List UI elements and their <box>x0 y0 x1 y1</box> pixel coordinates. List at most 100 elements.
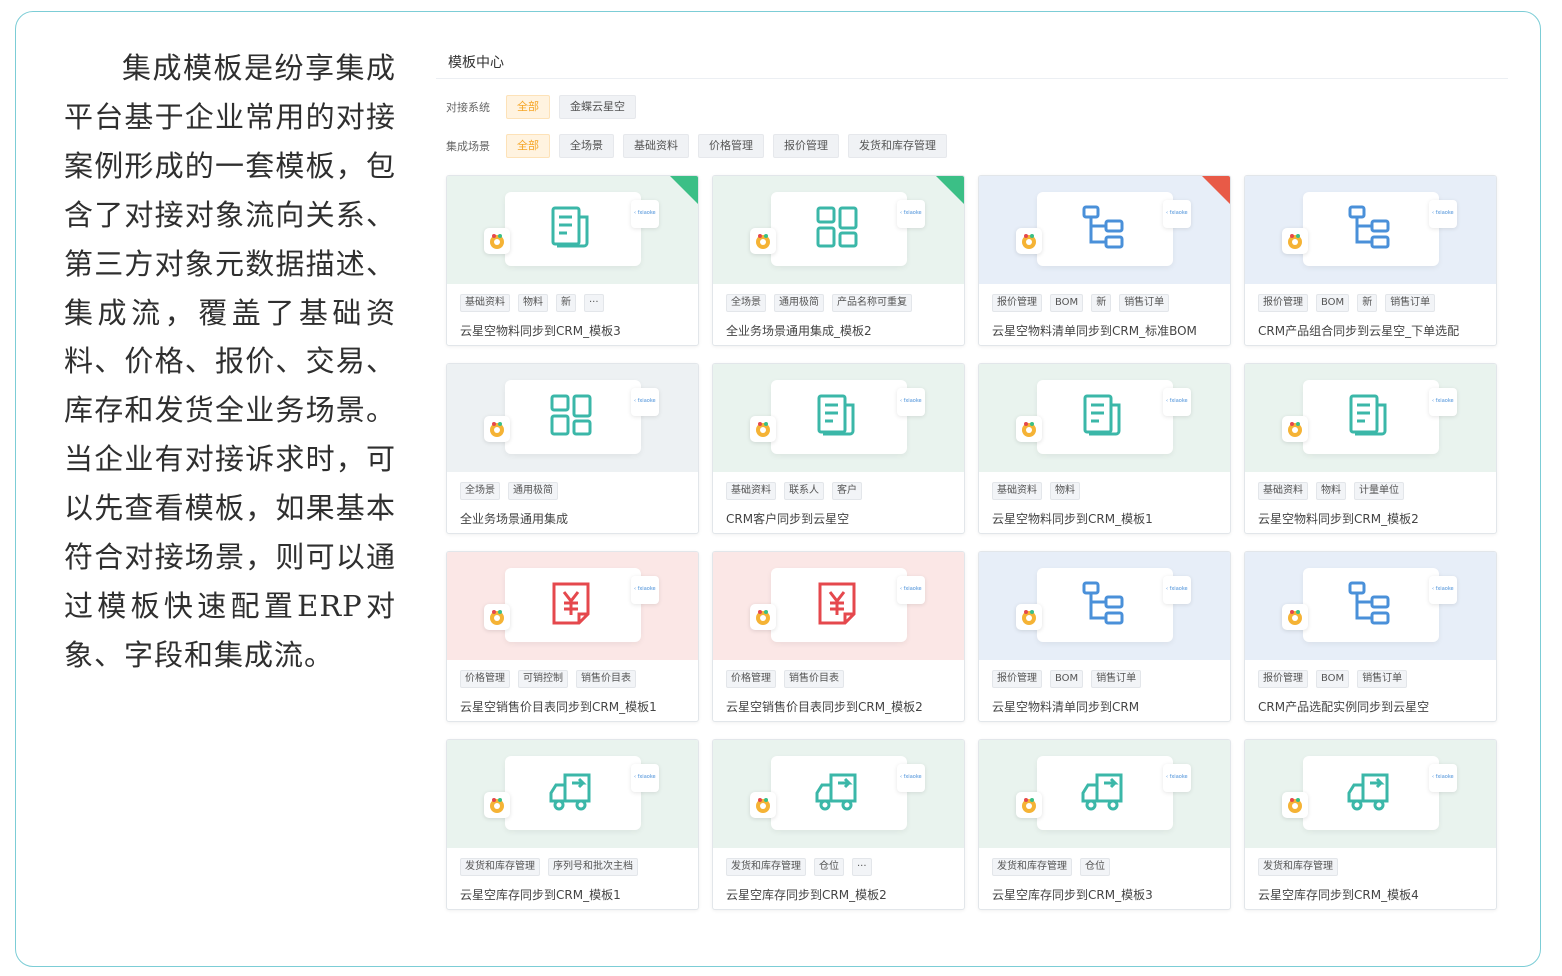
card-tag: 发货和库存管理 <box>992 858 1072 876</box>
kingdee-logo-icon <box>750 604 776 630</box>
integration-logo-icon: ‹ fxiaoke <box>631 200 659 228</box>
integration-logo-icon: ‹ fxiaoke <box>897 200 925 228</box>
template-card[interactable]: ‹ fxiaoke 报价管理 BOM 销售订单 云星空物料清单同步到CRM <box>978 551 1231 722</box>
scene-chip-basic-data[interactable]: 基础资料 <box>623 134 689 158</box>
card-preview <box>1303 756 1439 830</box>
kingdee-logo-icon <box>750 792 776 818</box>
template-card[interactable]: ‹ fxiaoke 全场景 通用极简 产品名称可重复全业务场景通用集成_模板2 <box>712 175 965 346</box>
card-title: 云星空物料同步到CRM_模板2 <box>1258 512 1419 526</box>
card-tags: 发货和库存管理 仓位 <box>992 858 1118 876</box>
card-thumbnail: ‹ fxiaoke <box>713 176 964 284</box>
card-thumbnail: ‹ fxiaoke <box>713 364 964 472</box>
card-tags: 全场景 通用极简 <box>460 482 566 500</box>
card-preview <box>1303 192 1439 266</box>
card-thumbnail: ‹ fxiaoke <box>713 552 964 660</box>
template-card[interactable]: ‹ fxiaoke 价格管理 可销控制 销售价目表 云星空销售价目表同步到CRM_模板1 <box>446 551 699 722</box>
scene-chip-quote[interactable]: 报价管理 <box>773 134 839 158</box>
scene-chip-delivery-stock[interactable]: 发货和库存管理 <box>848 134 947 158</box>
kingdee-logo-icon <box>1016 604 1042 630</box>
template-card[interactable]: ‹ fxiaoke 基础资料 联系人 客户 CRM客户同步到云星空 <box>712 363 965 534</box>
template-card[interactable]: ‹ fxiaoke 发货和库存管理 仓位 云星空库存同步到CRM_模板3 <box>978 739 1231 910</box>
corner-ribbon <box>1202 176 1230 206</box>
integration-logo-icon: ‹ fxiaoke <box>1163 576 1191 604</box>
card-tags: 基础资料 联系人 客户 <box>726 482 870 500</box>
integration-logo-icon: ‹ fxiaoke <box>897 576 925 604</box>
card-tag: 价格管理 <box>460 670 510 688</box>
card-title: 云星空物料清单同步到CRM_标准BOM <box>992 324 1197 338</box>
card-preview <box>1037 568 1173 642</box>
card-thumbnail: ‹ fxiaoke <box>1245 552 1496 660</box>
card-thumbnail: ‹ fxiaoke <box>1245 176 1496 284</box>
template-card[interactable]: ‹ fxiaoke 全场景 通用极简 全业务场景通用集成 <box>446 363 699 534</box>
card-tag: 销售价目表 <box>784 670 844 688</box>
template-card[interactable]: ‹ fxiaoke 价格管理 销售价目表 云星空销售价目表同步到CRM_模板2 <box>712 551 965 722</box>
card-tag: 序列号和批次主档 <box>548 858 638 876</box>
card-thumbnail: ‹ fxiaoke <box>1245 740 1496 848</box>
system-chip-kingdee[interactable]: 金蝶云星空 <box>559 95 636 119</box>
template-card[interactable]: ‹ fxiaoke 基础资料 物料 计量单位云星空物料同步到CRM_模板2 <box>1244 363 1497 534</box>
integration-logo-icon: ‹ fxiaoke <box>1429 576 1457 604</box>
card-preview <box>771 756 907 830</box>
card-title: 云星空销售价目表同步到CRM_模板1 <box>460 700 657 714</box>
card-tag: ··· <box>584 294 604 312</box>
card-preview <box>505 756 641 830</box>
card-tag: 物料 <box>1316 482 1346 500</box>
card-title: 云星空物料清单同步到CRM <box>992 700 1140 714</box>
card-tag: 仓位 <box>814 858 844 876</box>
scene-chip-all-scenes[interactable]: 全场景 <box>559 134 614 158</box>
corner-ribbon <box>670 176 698 206</box>
card-tag: 仓位 <box>1080 858 1110 876</box>
kingdee-logo-icon <box>1282 228 1308 254</box>
template-card[interactable]: ‹ fxiaoke 报价管理 BOM 新销售订单 云星空物料清单同步到CRM_标准BOM <box>978 175 1231 346</box>
corner-ribbon <box>936 176 964 206</box>
card-title: 云星空库存同步到CRM_模板1 <box>460 888 621 902</box>
kingdee-logo-icon <box>1016 228 1042 254</box>
card-tag: 报价管理 <box>992 294 1042 312</box>
card-preview <box>1037 192 1173 266</box>
template-card[interactable]: ‹ fxiaoke 发货和库存管理云星空库存同步到CRM_模板4 <box>1244 739 1497 910</box>
kingdee-logo-icon <box>1282 792 1308 818</box>
card-thumbnail: ‹ fxiaoke <box>979 552 1230 660</box>
integration-logo-icon: ‹ fxiaoke <box>631 764 659 792</box>
card-tag: 联系人 <box>784 482 824 500</box>
kingdee-logo-icon <box>484 792 510 818</box>
card-preview <box>505 380 641 454</box>
card-title: CRM产品组合同步到云星空_下单选配 <box>1258 324 1460 338</box>
card-tags: 基础资料 物料新 ··· <box>460 294 612 312</box>
template-center-panel: 模板中心 对接系统 全部 金蝶云星空 集成场景 全部 全场景 基础资料 价格管理… <box>436 40 1508 920</box>
card-preview <box>771 568 907 642</box>
card-tag: 基础资料 <box>460 294 510 312</box>
card-tag: 发货和库存管理 <box>1258 858 1338 876</box>
integration-logo-icon: ‹ fxiaoke <box>631 388 659 416</box>
kingdee-logo-icon <box>750 228 776 254</box>
card-title: 云星空库存同步到CRM_模板4 <box>1258 888 1419 902</box>
card-title: 全业务场景通用集成_模板2 <box>726 324 872 338</box>
card-thumbnail: ‹ fxiaoke <box>447 176 698 284</box>
scene-chip-all[interactable]: 全部 <box>506 134 550 158</box>
card-tags: 基础资料 物料 计量单位 <box>1258 482 1412 500</box>
card-thumbnail: ‹ fxiaoke <box>447 364 698 472</box>
card-tag: 销售订单 <box>1119 294 1170 312</box>
card-tag: 销售订单 <box>1357 670 1408 688</box>
integration-logo-icon: ‹ fxiaoke <box>897 764 925 792</box>
kingdee-logo-icon <box>750 416 776 442</box>
divider <box>436 78 1508 79</box>
scene-chip-price[interactable]: 价格管理 <box>698 134 764 158</box>
template-card[interactable]: ‹ fxiaoke 基础资料 物料 云星空物料同步到CRM_模板1 <box>978 363 1231 534</box>
card-tag: 全场景 <box>726 294 766 312</box>
kingdee-logo-icon <box>1282 416 1308 442</box>
card-preview <box>1303 380 1439 454</box>
card-thumbnail: ‹ fxiaoke <box>1245 364 1496 472</box>
template-card[interactable]: ‹ fxiaoke 基础资料 物料新 ··· 云星空物料同步到CRM_模板3 <box>446 175 699 346</box>
card-title: 云星空库存同步到CRM_模板3 <box>992 888 1153 902</box>
card-preview <box>1303 568 1439 642</box>
system-chip-all[interactable]: 全部 <box>506 95 550 119</box>
kingdee-logo-icon <box>1016 416 1042 442</box>
template-card[interactable]: ‹ fxiaoke 发货和库存管理 序列号和批次主档 云星空库存同步到CRM_模板1 <box>446 739 699 910</box>
template-card[interactable]: ‹ fxiaoke 发货和库存管理 仓位 ··· 云星空库存同步到CRM_模板2 <box>712 739 965 910</box>
template-card[interactable]: ‹ fxiaoke 报价管理 BOM 新销售订单 CRM产品组合同步到云星空_下单选配 <box>1244 175 1497 346</box>
integration-logo-icon: ‹ fxiaoke <box>1429 388 1457 416</box>
card-tags: 全场景 通用极简 产品名称可重复 <box>726 294 920 312</box>
card-tag: 通用极简 <box>508 482 558 500</box>
template-card[interactable]: ‹ fxiaoke 报价管理 BOM 销售订单 CRM产品选配实例同步到云星空 <box>1244 551 1497 722</box>
